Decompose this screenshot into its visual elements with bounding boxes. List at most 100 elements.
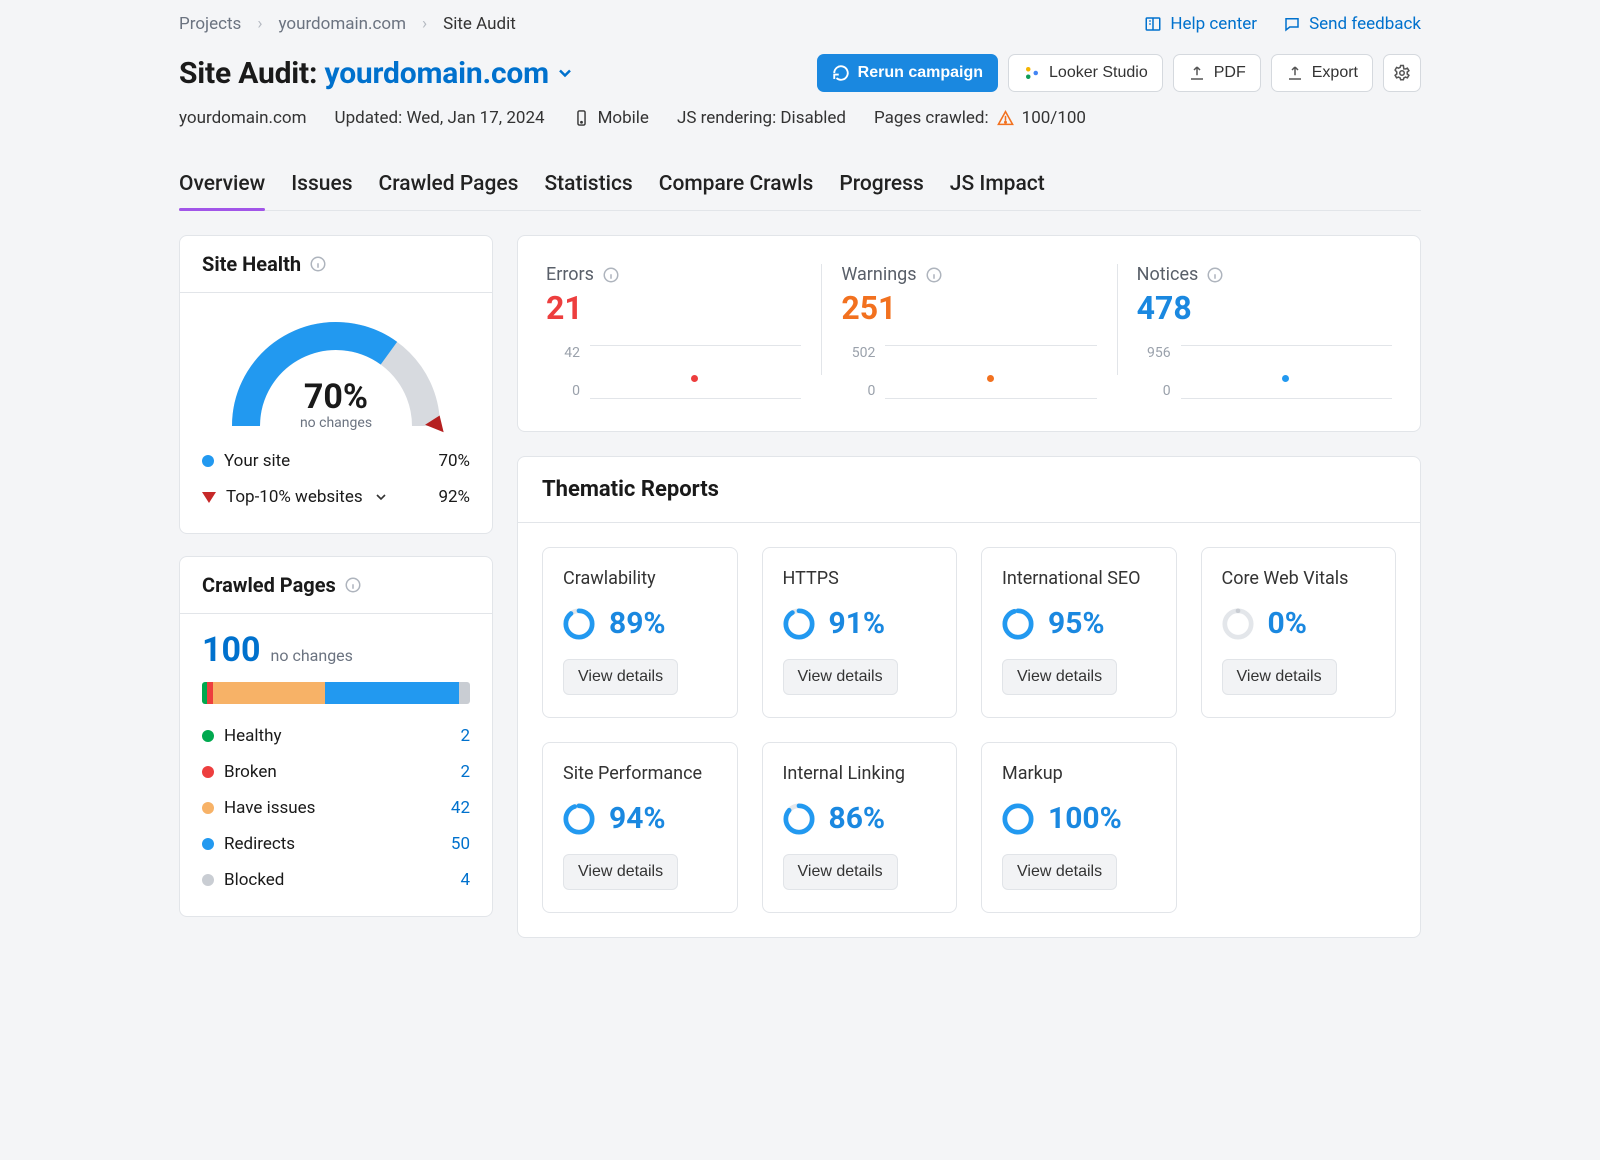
warnings-value: 251	[841, 289, 1096, 327]
help-center-link[interactable]: Help center	[1144, 14, 1257, 34]
info-icon[interactable]	[925, 266, 943, 284]
crawl-row-label: Healthy	[224, 726, 282, 746]
legend-top10[interactable]: Top-10% websites 92%	[202, 479, 470, 515]
tab-crawled-pages[interactable]: Crawled Pages	[379, 172, 519, 210]
triangle-down-icon	[202, 492, 216, 503]
warnings-col[interactable]: Warnings 251 5020	[841, 264, 1096, 399]
view-details-button[interactable]: View details	[563, 659, 678, 695]
progress-ring-icon	[563, 608, 595, 640]
crawl-row[interactable]: Broken2	[202, 754, 470, 790]
crawl-row[interactable]: Blocked4	[202, 862, 470, 898]
thematic-percent: 91%	[829, 606, 886, 641]
domain-dropdown[interactable]: yourdomain.com	[325, 56, 575, 91]
crawl-row[interactable]: Healthy2	[202, 718, 470, 754]
pdf-button[interactable]: PDF	[1173, 54, 1261, 92]
gear-icon	[1393, 64, 1411, 82]
info-icon[interactable]	[1206, 266, 1224, 284]
progress-ring-icon	[563, 803, 595, 835]
progress-ring-icon	[1002, 803, 1034, 835]
errors-col[interactable]: Errors 21 420	[546, 264, 801, 399]
crawl-row[interactable]: Redirects50	[202, 826, 470, 862]
view-details-button[interactable]: View details	[1002, 854, 1117, 890]
bar-segment	[325, 682, 459, 704]
thematic-title: Thematic Reports	[518, 457, 1420, 523]
tab-overview[interactable]: Overview	[179, 172, 265, 210]
crawl-row-value: 2	[436, 762, 470, 782]
crawled-pages-card: Crawled Pages 100 no changes Healthy2Bro…	[179, 556, 493, 917]
warnings-axis-max: 502	[841, 345, 875, 361]
notices-label: Notices	[1137, 264, 1199, 285]
thematic-name: HTTPS	[783, 568, 937, 592]
tab-statistics[interactable]: Statistics	[544, 172, 632, 210]
site-health-percent: 70%	[221, 377, 451, 417]
site-health-card: Site Health 70% no changes	[179, 235, 493, 534]
breadcrumb-current: Site Audit	[443, 14, 516, 34]
notices-sparkline: 9560	[1137, 345, 1392, 399]
view-details-button[interactable]: View details	[1222, 659, 1337, 695]
crawl-row-value: 42	[436, 798, 470, 818]
tab-js-impact[interactable]: JS Impact	[950, 172, 1045, 210]
breadcrumb-projects[interactable]: Projects	[179, 14, 241, 34]
meta-js-rendering: JS rendering: Disabled	[677, 108, 846, 128]
issues-summary-card: Errors 21 420 Warnings 251 502	[517, 235, 1421, 432]
tab-issues[interactable]: Issues	[291, 172, 352, 210]
errors-axis-max: 42	[546, 345, 580, 361]
page-title-prefix: Site Audit:	[179, 56, 317, 91]
thematic-name: Core Web Vitals	[1222, 568, 1376, 592]
thematic-card: International SEO95%View details	[981, 547, 1177, 718]
dot-icon	[202, 766, 214, 778]
thematic-name: Crawlability	[563, 568, 717, 592]
view-details-button[interactable]: View details	[783, 854, 898, 890]
progress-ring-icon	[783, 803, 815, 835]
meta-updated: Updated: Wed, Jan 17, 2024	[335, 108, 545, 128]
meta-crawled-label: Pages crawled:	[874, 108, 989, 128]
tabs: Overview Issues Crawled Pages Statistics…	[179, 172, 1421, 211]
thematic-card: Internal Linking86%View details	[762, 742, 958, 913]
warnings-axis-zero: 0	[841, 383, 875, 399]
crawled-sub: no changes	[271, 646, 353, 665]
progress-ring-icon	[1222, 608, 1254, 640]
breadcrumb-domain[interactable]: yourdomain.com	[278, 14, 406, 34]
info-icon[interactable]	[309, 255, 327, 273]
meta-pages-crawled: Pages crawled: 100/100	[874, 108, 1086, 128]
meta-device-label: Mobile	[598, 108, 649, 128]
crawled-total[interactable]: 100	[202, 630, 261, 670]
export-button[interactable]: Export	[1271, 54, 1373, 92]
errors-axis-zero: 0	[546, 383, 580, 399]
tab-compare-crawls[interactable]: Compare Crawls	[659, 172, 814, 210]
thematic-card: Markup100%View details	[981, 742, 1177, 913]
site-health-gauge: 70% no changes	[221, 311, 451, 431]
dot-icon	[202, 802, 214, 814]
domain-name: yourdomain.com	[325, 56, 549, 91]
send-feedback-label: Send feedback	[1309, 14, 1421, 34]
errors-label: Errors	[546, 264, 594, 285]
crawl-row[interactable]: Have issues42	[202, 790, 470, 826]
send-feedback-link[interactable]: Send feedback	[1283, 14, 1421, 34]
errors-sparkline: 42 0	[546, 345, 801, 399]
notices-col[interactable]: Notices 478 9560	[1137, 264, 1392, 399]
dot-icon	[691, 375, 698, 382]
info-icon[interactable]	[344, 576, 362, 594]
upload-icon	[1188, 64, 1206, 82]
dot-icon	[202, 838, 214, 850]
help-center-label: Help center	[1170, 14, 1257, 34]
view-details-button[interactable]: View details	[783, 659, 898, 695]
chat-icon	[1283, 15, 1301, 33]
view-details-button[interactable]: View details	[1002, 659, 1117, 695]
settings-button[interactable]	[1383, 54, 1421, 92]
progress-ring-icon	[1002, 608, 1034, 640]
meta-crawled-value: 100/100	[1022, 108, 1086, 128]
notices-axis-max: 956	[1137, 345, 1171, 361]
thematic-percent: 94%	[609, 801, 666, 836]
info-icon[interactable]	[602, 266, 620, 284]
pdf-label: PDF	[1214, 64, 1246, 82]
thematic-card: Core Web Vitals0%View details	[1201, 547, 1397, 718]
dot-icon	[202, 455, 214, 467]
thematic-card: HTTPS 91% View details	[762, 547, 958, 718]
looker-studio-button[interactable]: Looker Studio	[1008, 54, 1163, 92]
thematic-name: Site Performance	[563, 763, 717, 787]
rerun-campaign-button[interactable]: Rerun campaign	[817, 54, 998, 92]
meta-device: Mobile	[573, 108, 649, 128]
tab-progress[interactable]: Progress	[839, 172, 923, 210]
view-details-button[interactable]: View details	[563, 854, 678, 890]
